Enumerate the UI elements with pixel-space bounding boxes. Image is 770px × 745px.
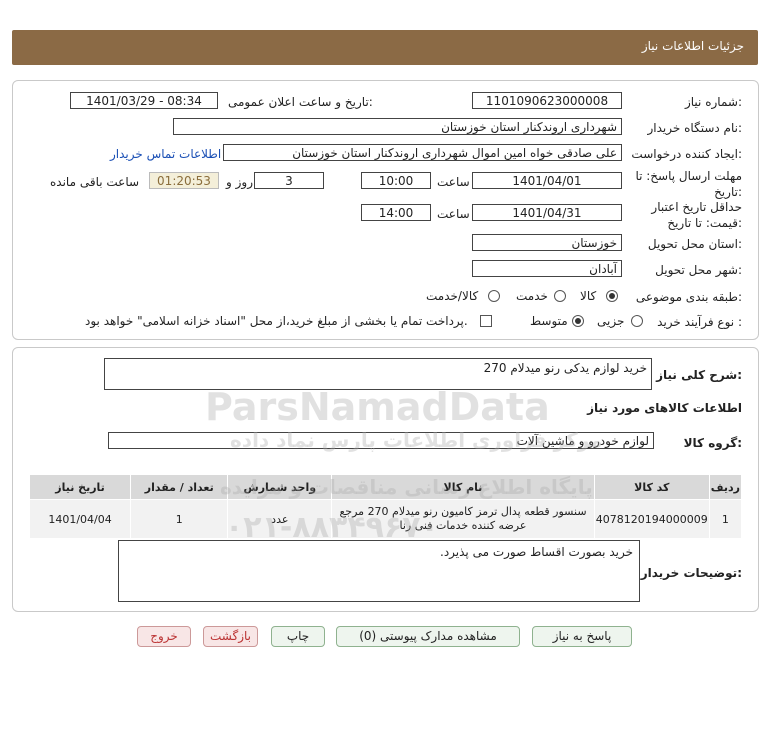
need-number-field: 1101090623000008 <box>472 92 622 109</box>
table-row: 1 4078120194000009 سنسور قطعه پدال ترمز … <box>28 499 743 539</box>
validity-time-label: ساعت <box>437 207 470 221</box>
goods-info-title: اطلاعات کالاهای مورد نیاز <box>587 401 742 415</box>
col-date-header: تاریخ نیاز <box>28 474 132 500</box>
col-unit-header: واحد شمارش <box>227 474 333 500</box>
process-medium-label: متوسط <box>530 314 568 328</box>
exit-button[interactable]: خروج <box>137 626 191 647</box>
row-code: 4078120194000009 <box>593 499 710 539</box>
page-title: جزئیات اطلاعات نیاز <box>641 39 744 53</box>
requester-field: علی صادقی خواه امین اموال شهرداری اروندک… <box>223 144 622 161</box>
goods-table-header: ردیف کد کالا نام کالا واحد شمارش تعداد /… <box>28 474 743 500</box>
remaining-time-badge: 01:20:53 <box>149 172 219 189</box>
category-goods-service-label: کالا/خدمت <box>426 289 479 303</box>
process-minor-label: جزیی <box>597 314 625 328</box>
buyer-notes-text: خرید بصورت اقساط صورت می پذیرد. <box>440 545 633 559</box>
page-header: جزئیات اطلاعات نیاز <box>12 30 758 65</box>
category-label: طبقه بندی موضوعی: <box>635 290 742 304</box>
buyer-notes-label: توضیحات خریدار: <box>640 566 742 580</box>
remaining-label: ساعت باقی مانده <box>50 175 140 189</box>
validity-time-field: 14:00 <box>361 204 431 221</box>
validity-label: حداقل تاریخ اعتبار قیمت: تا تاریخ: <box>651 200 742 230</box>
city-label: شهر محل تحویل: <box>655 263 742 277</box>
treasury-payment-checkbox[interactable] <box>480 315 492 327</box>
buyer-org-field: شهرداری اروندکنار استان خوزستان <box>173 118 622 135</box>
requester-label: ایجاد کننده درخواست: <box>631 147 742 161</box>
deadline-time-field: 10:00 <box>361 172 431 189</box>
buyer-notes-box: خرید بصورت اقساط صورت می پذیرد. <box>118 540 640 602</box>
goods-table: ردیف کد کالا نام کالا واحد شمارش تعداد /… <box>28 474 743 539</box>
goods-group-label: گروه کالا: <box>683 436 742 450</box>
col-row-header: ردیف <box>708 474 743 500</box>
row-index: 1 <box>708 499 743 539</box>
process-label: نوع فرآیند خرید : <box>657 315 742 329</box>
reply-button[interactable]: پاسخ به نیاز <box>532 626 632 647</box>
announce-field: 1401/03/29 - 08:34 <box>70 92 218 109</box>
validity-date-field: 1401/04/31 <box>472 204 622 221</box>
row-unit: عدد <box>227 499 333 539</box>
province-label: استان محل تحویل: <box>647 237 742 251</box>
col-name-header: نام کالا <box>331 474 595 500</box>
col-qty-header: تعداد / مقدار <box>130 474 229 500</box>
process-minor-radio[interactable] <box>631 315 643 327</box>
process-medium-radio[interactable] <box>572 315 584 327</box>
category-goods-label: کالا <box>580 289 597 303</box>
deadline-time-label: ساعت <box>437 175 470 189</box>
category-goods-service-radio[interactable] <box>488 290 500 302</box>
print-button[interactable]: چاپ <box>271 626 325 647</box>
announce-label: تاریخ و ساعت اعلان عمومی: <box>228 95 373 109</box>
attachments-button[interactable]: مشاهده مدارک پیوستی (0) <box>336 626 520 647</box>
treasury-payment-note: پرداخت تمام یا بخشی از مبلغ خرید،از محل … <box>85 314 468 328</box>
back-button[interactable]: بازگشت <box>203 626 258 647</box>
days-label: روز و <box>226 175 253 189</box>
buyer-org-label: نام دستگاه خریدار: <box>647 121 743 135</box>
category-goods-radio[interactable] <box>606 290 618 302</box>
col-code-header: کد کالا <box>593 474 710 500</box>
days-field: 3 <box>254 172 324 189</box>
row-qty: 1 <box>130 499 229 539</box>
deadline-date-field: 1401/04/01 <box>472 172 622 189</box>
city-field: آبادان <box>472 260 622 277</box>
need-number-label: شماره نیاز: <box>684 95 742 109</box>
category-service-radio[interactable] <box>554 290 566 302</box>
general-desc-label: شرح کلی نیاز: <box>656 368 742 382</box>
deadline-label: مهلت ارسال پاسخ: تا تاریخ: <box>635 169 742 199</box>
goods-group-field: لوازم خودرو و ماشین آلات <box>108 432 654 449</box>
row-date: 1401/04/04 <box>28 499 132 539</box>
province-field: خوزستان <box>472 234 622 251</box>
contact-buyer-link[interactable]: اطلاعات تماس خریدار <box>110 147 221 161</box>
category-service-label: خدمت <box>516 289 548 303</box>
row-name: سنسور قطعه پدال ترمز کامیون رنو میدلام 2… <box>331 499 595 539</box>
general-desc-field: خرید لوازم یدکی رنو میدلام 270 <box>104 358 652 390</box>
